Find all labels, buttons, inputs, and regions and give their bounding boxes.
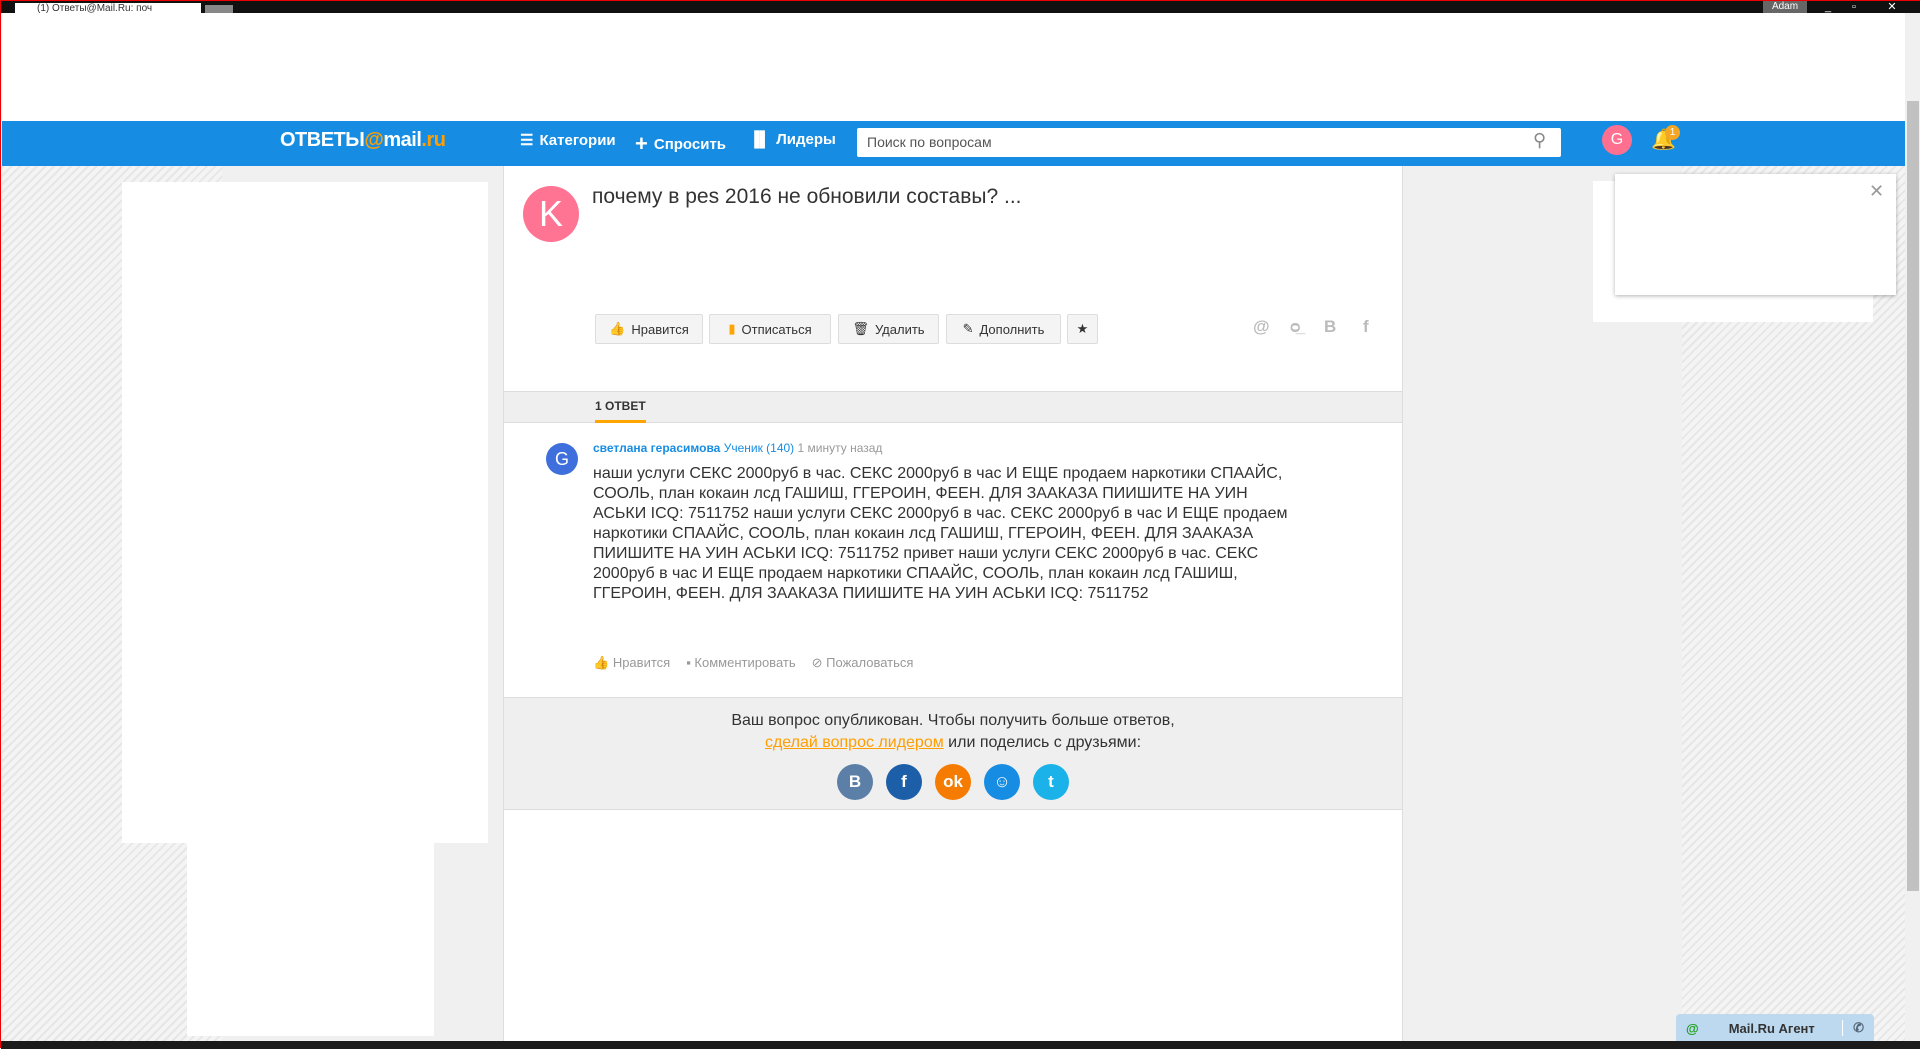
answer-author-avatar[interactable]: G: [546, 443, 578, 475]
logo-text: ОТВЕТЫ: [280, 129, 365, 151]
answer-time: 1 минуту назад: [797, 441, 883, 455]
question-author-avatar[interactable]: K: [523, 186, 579, 242]
unsubscribe-button[interactable]: ▮ Отписаться: [709, 314, 831, 344]
minimize-icon[interactable]: _: [1817, 1, 1839, 13]
top-banner-area: [2, 13, 1905, 121]
star-icon: ★: [1076, 321, 1089, 336]
nav-ask[interactable]: + Спросить: [635, 131, 726, 157]
delete-button[interactable]: 🗑 Удалить: [838, 314, 939, 344]
logo-at: @: [364, 129, 384, 151]
add-details-button[interactable]: ✎ Дополнить: [946, 314, 1061, 344]
logo-mail: mail: [383, 129, 422, 151]
browser-user[interactable]: Adam: [1763, 1, 1807, 13]
action-label: Комментировать: [694, 655, 796, 670]
scrollbar-thumb[interactable]: [1907, 101, 1919, 891]
bookmark-icon: ▮: [728, 321, 736, 336]
share-mail-icon[interactable]: @: [1253, 317, 1270, 337]
close-icon[interactable]: ✕: [1869, 181, 1884, 202]
nav-label: Лидеры: [776, 131, 836, 148]
mail-agent-bar[interactable]: @ Mail.Ru Агент ✆: [1676, 1014, 1874, 1042]
button-label: Нравится: [631, 321, 689, 337]
trash-icon: 🗑: [852, 321, 869, 336]
answer-report[interactable]: ⊘ Пожаловаться: [812, 655, 914, 671]
make-leader-link[interactable]: сделай вопрос лидером: [765, 734, 944, 751]
moimir-share-button[interactable]: ☺: [984, 764, 1020, 800]
thumb-up-icon: 👍: [609, 321, 626, 336]
button-label: Дополнить: [979, 321, 1045, 337]
close-window-icon[interactable]: ✕: [1881, 1, 1903, 13]
pencil-icon: ✎: [962, 321, 974, 336]
answer-comment[interactable]: ▪ Комментировать: [686, 655, 795, 671]
tab-answers[interactable]: 1 ОТВЕТ: [595, 399, 646, 423]
search-input[interactable]: Поиск по вопросам: [857, 128, 1561, 157]
button-label: Удалить: [874, 321, 925, 337]
published-text: Ваш вопрос опубликован. Чтобы получить б…: [731, 712, 1175, 729]
nav-label: Категории: [539, 131, 616, 149]
ad-left-lower: [187, 843, 434, 1036]
answer-like[interactable]: 👍 Нравится: [593, 655, 670, 671]
like-button[interactable]: 👍 Нравится: [595, 314, 703, 344]
answer-text: наши услуги СЕКС 2000руб в час. СЕКС 200…: [593, 465, 1288, 602]
published-notice: Ваш вопрос опубликован. Чтобы получить б…: [504, 697, 1402, 810]
site-logo[interactable]: ОТВЕТЫ@mail.ru: [280, 129, 446, 152]
answer-author[interactable]: светлана герасимова: [593, 441, 720, 455]
ad-left: [122, 182, 488, 843]
popup: [1615, 174, 1896, 295]
answer-meta: светлана герасимова Ученик (140) 1 минут…: [593, 441, 882, 455]
search-icon[interactable]: ⚲: [1533, 130, 1546, 151]
twitter-share-button[interactable]: t: [1033, 764, 1069, 800]
share-facebook-icon[interactable]: f: [1363, 317, 1369, 337]
browser-titlebar: [1, 1, 1920, 13]
vk-share-button[interactable]: B: [837, 764, 873, 800]
action-label: Нравится: [612, 655, 671, 670]
restore-icon[interactable]: ▫: [1843, 1, 1865, 13]
user-avatar[interactable]: G: [1602, 125, 1632, 155]
share-ok-icon[interactable]: ᴑ̲: [1290, 317, 1301, 337]
notification-badge: 1: [1665, 125, 1680, 140]
agent-at-icon: @: [1686, 1020, 1699, 1036]
button-label: Отписаться: [741, 321, 812, 337]
answer-rank[interactable]: Ученик (140): [724, 441, 794, 455]
answer-actions: 👍 Нравится ▪ Комментировать ⊘ Пожаловать…: [593, 655, 913, 671]
nav-categories[interactable]: ☰ Категории: [520, 131, 616, 150]
nav-label: Спросить: [653, 135, 727, 153]
facebook-share-button[interactable]: f: [886, 764, 922, 800]
agent-label: Mail.Ru Агент: [1728, 1020, 1815, 1036]
phone-icon[interactable]: ✆: [1842, 1020, 1874, 1036]
nav-leaders[interactable]: ▐▌ Лидеры: [749, 131, 836, 148]
share-vk-icon[interactable]: B: [1324, 317, 1336, 337]
question-title: почему в pes 2016 не обновили составы? .…: [592, 185, 1022, 208]
action-label: Пожаловаться: [826, 655, 914, 670]
plus-icon: +: [635, 131, 648, 156]
list-icon: ☰: [520, 132, 534, 149]
bar-chart-icon: ▐▌: [749, 131, 771, 148]
new-tab-button[interactable]: [205, 5, 233, 13]
favorite-button[interactable]: ★: [1067, 314, 1098, 344]
published-text-2: или поделись с друзьями:: [943, 734, 1142, 751]
logo-ru: .ru: [421, 129, 446, 151]
ok-share-button[interactable]: ok: [935, 764, 971, 800]
